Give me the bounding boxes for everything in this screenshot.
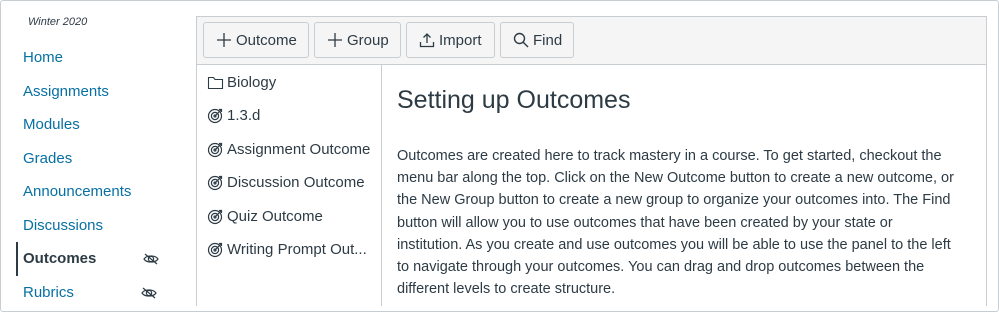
outcome-target-icon xyxy=(207,142,223,157)
tree-item-label: Assignment Outcome xyxy=(227,140,371,158)
tree-outcome-item[interactable]: Discussion Outcome xyxy=(207,170,365,196)
import-label: Import xyxy=(439,31,482,49)
nav-item-announcements[interactable]: Announcements xyxy=(16,175,176,209)
tree-outcome-item[interactable]: Quiz Outcome xyxy=(207,203,323,229)
nav-item-label: Assignments xyxy=(23,82,109,100)
tree-item-label: 1.3.d xyxy=(227,107,261,124)
tree-item-label: Quiz Outcome xyxy=(227,207,323,225)
nav-item-grades[interactable]: Grades xyxy=(16,142,176,176)
content-body: Outcomes are created here to track maste… xyxy=(397,148,954,298)
find-button[interactable]: Find xyxy=(500,22,574,58)
folder-icon xyxy=(207,76,224,89)
nav-item-label: Grades xyxy=(23,149,73,167)
import-button[interactable]: Import xyxy=(406,22,495,58)
tree-outcome-item[interactable]: Writing Prompt Out... xyxy=(207,237,367,263)
tree-outcome-item[interactable]: Assignment Outcome xyxy=(207,136,370,162)
outcome-target-icon xyxy=(207,175,223,191)
outcome-target-icon xyxy=(207,108,223,124)
add-outcome-button[interactable]: Outcome xyxy=(203,22,309,58)
add-group-button[interactable]: Group xyxy=(314,22,401,58)
nav-item-rubrics[interactable]: Rubrics xyxy=(16,276,176,310)
nav-item-home[interactable]: Home xyxy=(16,41,176,75)
outcomes-tree: Biology 1.3.d Assignment Outcome Discuss… xyxy=(197,65,382,306)
nav-item-label: Home xyxy=(23,49,64,67)
tree-outcome-item[interactable]: 1.3.d xyxy=(207,103,260,129)
nav-item-modules[interactable]: Modules xyxy=(16,108,176,142)
add-outcome-label: Outcome xyxy=(236,31,297,49)
nav-item-label: Outcomes xyxy=(23,250,97,268)
tree-item-label: Biology xyxy=(227,73,277,91)
eye-hidden-icon xyxy=(143,253,159,265)
plus-icon xyxy=(328,33,342,47)
nav-item-assignments[interactable]: Assignments xyxy=(16,75,176,109)
outcome-target-icon xyxy=(207,242,223,258)
plus-icon xyxy=(217,33,231,47)
nav-item-label: Rubrics xyxy=(23,283,74,301)
tree-item-label: Writing Prompt Out... xyxy=(227,241,367,258)
nav-item-label: Announcements xyxy=(23,183,132,201)
nav-item-label: Discussions xyxy=(23,216,104,234)
find-label: Find xyxy=(533,31,563,49)
course-term: Winter 2020 xyxy=(28,16,88,28)
search-icon xyxy=(513,32,529,48)
content-title: Setting up Outcomes xyxy=(397,86,631,114)
outcomes-page: Winter 2020 Home Assignments Modules Gra… xyxy=(0,0,999,312)
course-navigation: Home Assignments Modules Grades Announce… xyxy=(16,41,176,309)
tree-item-label: Discussion Outcome xyxy=(227,174,365,191)
add-group-label: Group xyxy=(347,31,389,49)
outcomes-toolbar: Outcome Group Import Find xyxy=(197,17,986,65)
nav-item-label: Modules xyxy=(23,116,80,134)
nav-item-discussions[interactable]: Discussions xyxy=(16,209,176,243)
outcome-target-icon xyxy=(207,209,223,224)
nav-item-outcomes[interactable]: Outcomes xyxy=(16,242,176,276)
tree-group-biology[interactable]: Biology xyxy=(207,69,276,95)
outcomes-panel: Outcome Group Import Find Biology 1.3.d … xyxy=(196,16,987,306)
eye-hidden-icon xyxy=(141,287,157,298)
upload-icon xyxy=(419,33,435,48)
